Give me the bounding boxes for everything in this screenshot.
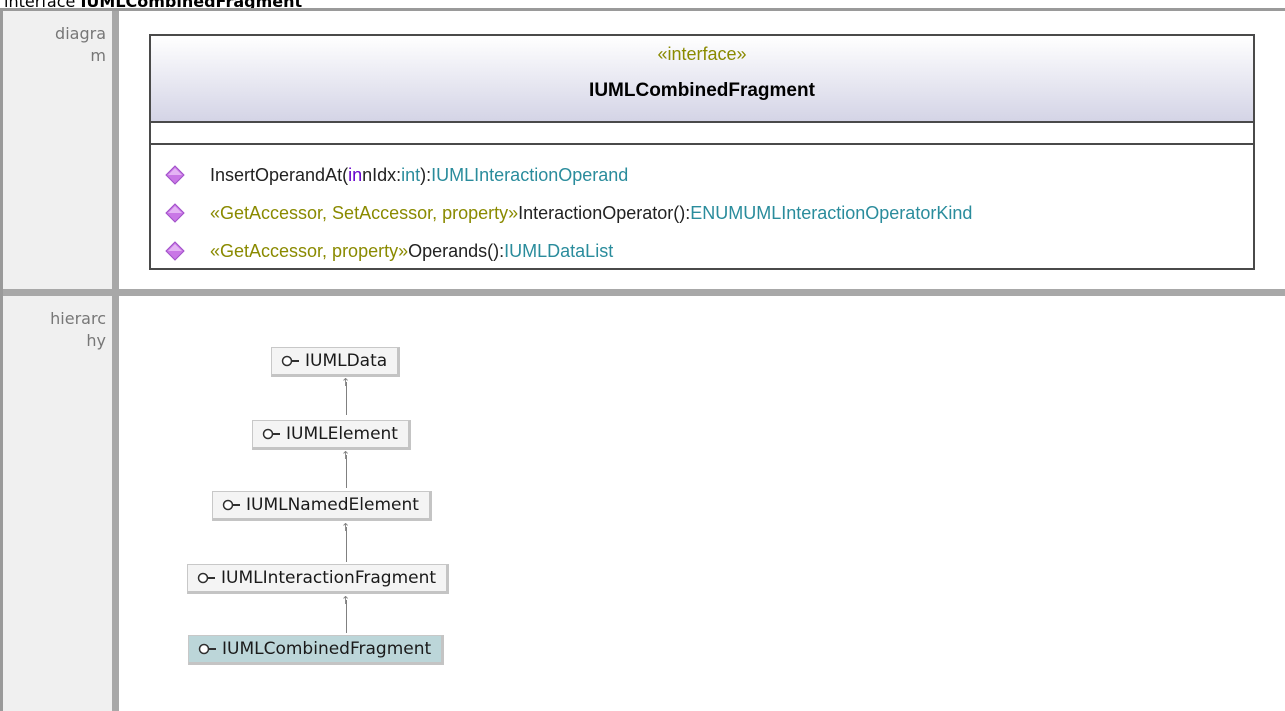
hierarchy-node-label: IUMLElement (286, 424, 398, 444)
public-operation-diamond-icon (165, 241, 185, 261)
hierarchy-node-iumlnamedelement[interactable]: IUMLNamedElement (212, 491, 432, 521)
interface-lollipop-icon (281, 355, 299, 367)
public-operation-diamond-icon (165, 165, 185, 185)
interface-lollipop-icon (198, 643, 216, 655)
param-type-link[interactable]: int (401, 165, 420, 186)
hierarchy-node-iumlinteractionfragment[interactable]: IUMLInteractionFragment (187, 564, 450, 594)
operation-close: ): (420, 164, 432, 185)
operation-interaction-operator[interactable]: «GetAccessor, SetAccessor, property» Int… (165, 199, 972, 227)
generalization-arrow-icon: ↑ (341, 521, 351, 534)
interface-class-box[interactable]: «interface» IUMLCombinedFragment InsertO… (149, 34, 1255, 270)
operation-insert-operand-at[interactable]: InsertOperandAt( in nIdx : int ): IUMLIn… (165, 161, 628, 189)
generalization-arrow-icon: ↑ (341, 594, 351, 607)
operation-stereotype: «GetAccessor, property» (210, 240, 409, 261)
class-name: IUMLCombinedFragment (589, 80, 815, 101)
hierarchy-node-iumlelement[interactable]: IUMLElement (252, 420, 411, 450)
hierarchy-node-label: IUMLCombinedFragment (222, 639, 432, 659)
operation-name: InteractionOperator(): (518, 202, 691, 223)
hierarchy-node-iumlcombinedfragment-current[interactable]: IUMLCombinedFragment (188, 635, 445, 665)
param-direction-keyword: in (348, 164, 363, 185)
return-type-link[interactable]: IUMLDataList (504, 241, 613, 262)
section-label-text: diagram (55, 24, 106, 65)
frame-top-border (0, 8, 1285, 11)
section-label-hierarchy: hierarchy (3, 296, 112, 711)
return-type-link[interactable]: IUMLInteractionOperand (431, 165, 628, 186)
interface-lollipop-icon (222, 499, 240, 511)
section-divider (3, 289, 1285, 296)
column-divider (112, 296, 119, 711)
interface-stereotype: «interface» (657, 44, 747, 64)
section-label-text: hierarchy (50, 309, 106, 350)
hierarchy-node-label: IUMLNamedElement (246, 495, 419, 515)
generalization-arrow-icon: ↑ (341, 449, 351, 462)
column-divider (112, 11, 119, 289)
class-header: «interface» IUMLCombinedFragment (151, 36, 1253, 123)
public-operation-diamond-icon (165, 203, 185, 223)
attributes-compartment (151, 123, 1253, 145)
hierarchy-node-iumldata[interactable]: IUMLData (271, 347, 401, 377)
operation-stereotype: «GetAccessor, SetAccessor, property» (210, 202, 519, 223)
interface-lollipop-icon (262, 428, 280, 440)
section-label-diagram: diagram (3, 11, 112, 289)
operation-name: InsertOperandAt( (210, 164, 349, 185)
interface-lollipop-icon (197, 572, 215, 584)
hierarchy-node-label: IUMLInteractionFragment (221, 568, 437, 588)
return-type-link[interactable]: ENUMUMLInteractionOperatorKind (690, 203, 972, 224)
operation-operands[interactable]: «GetAccessor, property» Operands(): IUML… (165, 237, 613, 265)
hierarchy-node-label: IUMLData (305, 351, 388, 371)
operation-name: Operands(): (408, 240, 505, 261)
param-name: nIdx (362, 164, 397, 185)
generalization-arrow-icon: ↑ (341, 376, 351, 389)
